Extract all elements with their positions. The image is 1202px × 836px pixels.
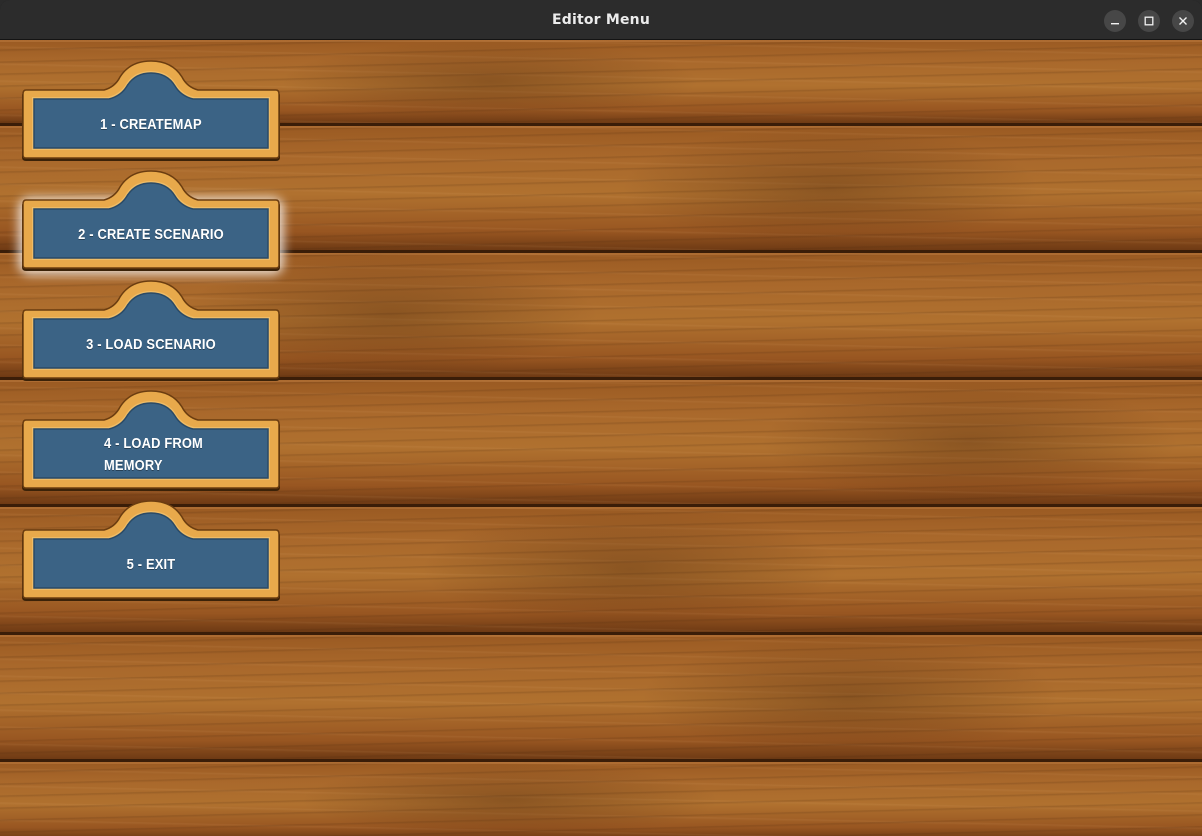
menu-button-label: 5 - EXIT (126, 556, 176, 573)
wood-plank (0, 635, 1202, 762)
title-bar[interactable]: Editor Menu (0, 0, 1202, 40)
maximize-icon (1144, 16, 1154, 26)
menu-button-label: 4 - LOAD FROM MEMORY (104, 435, 203, 474)
menu-button-label: 1 - CREATEMAP (100, 116, 202, 133)
window-title: Editor Menu (551, 12, 651, 28)
wood-background: 1 - CREATEMAP 2 - CREATE SCENARIO 3 - LO… (0, 40, 1202, 836)
maximize-button[interactable] (1138, 10, 1160, 32)
editor-menu-window: Editor Menu 1 - CREATEMAP 2 - CREATE SCE… (0, 0, 1202, 836)
menu-button-load-scenario[interactable]: 3 - LOAD SCENARIO (20, 280, 282, 381)
menu-button-create-map[interactable]: 1 - CREATEMAP (20, 60, 282, 161)
menu-button-create-scenario[interactable]: 2 - CREATE SCENARIO (20, 170, 282, 271)
close-button[interactable] (1172, 10, 1194, 32)
menu-button-label: 3 - LOAD SCENARIO (86, 336, 216, 353)
wood-plank (0, 762, 1202, 836)
minimize-icon (1111, 23, 1119, 25)
menu-button-exit[interactable]: 5 - EXIT (20, 500, 282, 601)
menu-button-label: 2 - CREATE SCENARIO (78, 226, 224, 243)
close-icon (1179, 17, 1187, 25)
menu-button-load-from-memory[interactable]: 4 - LOAD FROM MEMORY (20, 390, 282, 491)
minimize-button[interactable] (1104, 10, 1126, 32)
